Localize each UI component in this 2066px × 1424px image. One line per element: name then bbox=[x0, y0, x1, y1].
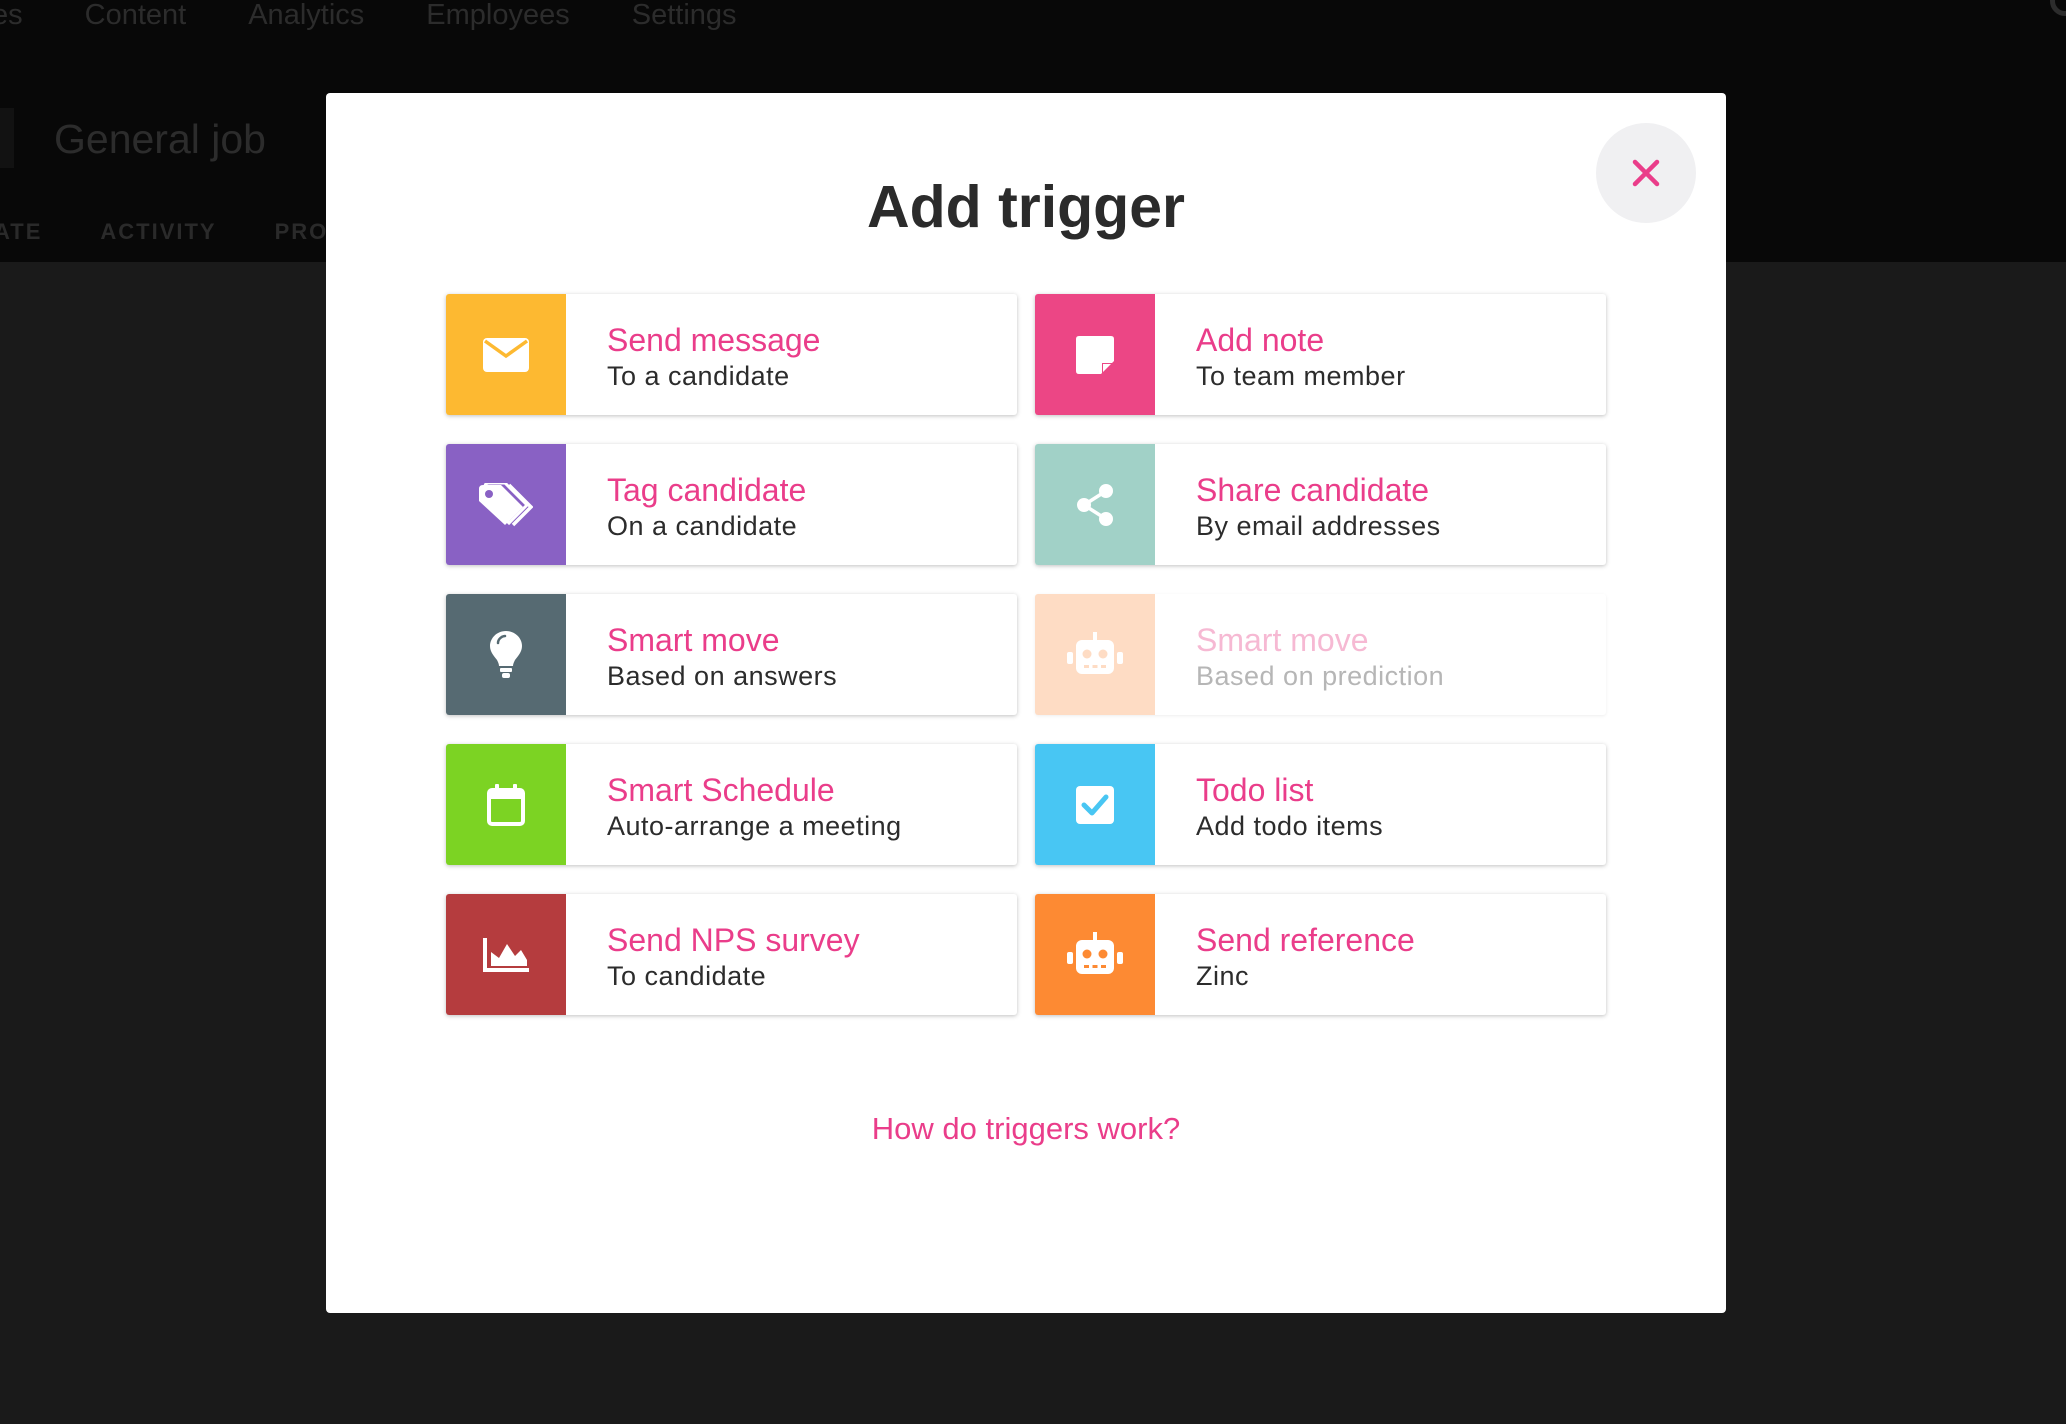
trigger-send-nps-survey[interactable]: Send NPS survey To candidate bbox=[446, 894, 1017, 1015]
trigger-subtitle: Based on prediction bbox=[1196, 661, 1445, 691]
note-icon bbox=[1076, 335, 1114, 374]
trigger-send-reference[interactable]: Send reference Zinc bbox=[1035, 894, 1606, 1015]
tab-activity[interactable]: ACTIVITY bbox=[100, 219, 216, 245]
trigger-subtitle: On a candidate bbox=[607, 511, 798, 541]
trigger-subtitle: Zinc bbox=[1196, 961, 1250, 991]
trigger-icon-tile bbox=[1035, 894, 1155, 1015]
trigger-title: Share candidate bbox=[1196, 472, 1430, 508]
trigger-todo-list[interactable]: Todo list Add todo items bbox=[1035, 744, 1606, 865]
trigger-title: Smart Schedule bbox=[607, 772, 835, 808]
trigger-icon-tile bbox=[446, 444, 566, 565]
trigger-subtitle: To a candidate bbox=[607, 361, 790, 391]
nav-item-analytics[interactable]: Analytics bbox=[248, 0, 364, 32]
add-trigger-modal: Add trigger Send message To a candidate bbox=[326, 93, 1726, 1313]
nav-item-content[interactable]: Content bbox=[85, 0, 187, 32]
trigger-title: Tag candidate bbox=[607, 472, 807, 508]
trigger-icon-tile bbox=[1035, 294, 1155, 415]
tags-icon bbox=[479, 482, 533, 526]
search-icon[interactable] bbox=[2050, 0, 2066, 16]
back-button[interactable] bbox=[0, 108, 14, 168]
nav-item-settings[interactable]: Settings bbox=[632, 0, 737, 32]
main-nav: es Content Analytics Employees Settings bbox=[0, 0, 799, 32]
modal-title: Add trigger bbox=[867, 174, 1185, 240]
trigger-smart-move-answers[interactable]: Smart move Based on answers bbox=[446, 594, 1017, 715]
share-icon bbox=[1077, 483, 1113, 526]
trigger-icon-tile bbox=[1035, 594, 1155, 715]
envelope-icon bbox=[483, 337, 529, 372]
page-title: General job bbox=[54, 116, 266, 162]
tab-partial[interactable]: ATE bbox=[0, 219, 42, 245]
lightbulb-icon bbox=[490, 630, 522, 678]
nav-item-employees[interactable]: Employees bbox=[426, 0, 569, 32]
trigger-smart-schedule[interactable]: Smart Schedule Auto-arrange a meeting bbox=[446, 744, 1017, 865]
robot-icon bbox=[1067, 631, 1123, 674]
trigger-add-note[interactable]: Add note To team member bbox=[1035, 294, 1606, 415]
calendar-icon bbox=[487, 783, 525, 826]
trigger-subtitle: To team member bbox=[1196, 361, 1406, 391]
trigger-icon-tile bbox=[446, 744, 566, 865]
trigger-send-message[interactable]: Send message To a candidate bbox=[446, 294, 1017, 415]
checkbox-icon bbox=[1076, 785, 1114, 824]
trigger-title: Smart move bbox=[1196, 622, 1369, 658]
trigger-icon-tile bbox=[446, 594, 566, 715]
trigger-title: Smart move bbox=[607, 622, 780, 658]
trigger-title: Todo list bbox=[1196, 772, 1314, 808]
trigger-subtitle: Based on answers bbox=[607, 661, 838, 691]
trigger-tag-candidate[interactable]: Tag candidate On a candidate bbox=[446, 444, 1017, 565]
trigger-title: Send reference bbox=[1196, 922, 1415, 958]
nav-item-partial[interactable]: es bbox=[0, 0, 23, 32]
tab-partial-pro[interactable]: PRO bbox=[275, 219, 329, 245]
robot-icon bbox=[1067, 931, 1123, 974]
trigger-smart-move-prediction: Smart move Based on prediction bbox=[1035, 594, 1606, 715]
trigger-subtitle: By email addresses bbox=[1196, 511, 1441, 541]
area-chart-icon bbox=[483, 937, 529, 972]
trigger-grid: Send message To a candidate Add note To … bbox=[446, 294, 1606, 1015]
trigger-subtitle: To candidate bbox=[607, 961, 767, 991]
trigger-share-candidate[interactable]: Share candidate By email addresses bbox=[1035, 444, 1606, 565]
trigger-icon-tile bbox=[446, 294, 566, 415]
trigger-icon-tile bbox=[1035, 444, 1155, 565]
how-triggers-work-link[interactable]: How do triggers work? bbox=[326, 1111, 1726, 1147]
trigger-subtitle: Add todo items bbox=[1196, 811, 1384, 841]
trigger-subtitle: Auto-arrange a meeting bbox=[607, 811, 902, 841]
trigger-title: Send NPS survey bbox=[607, 922, 860, 958]
trigger-title: Send message bbox=[607, 322, 821, 358]
trigger-icon-tile bbox=[446, 894, 566, 1015]
trigger-title: Add note bbox=[1196, 322, 1325, 358]
trigger-icon-tile bbox=[1035, 744, 1155, 865]
